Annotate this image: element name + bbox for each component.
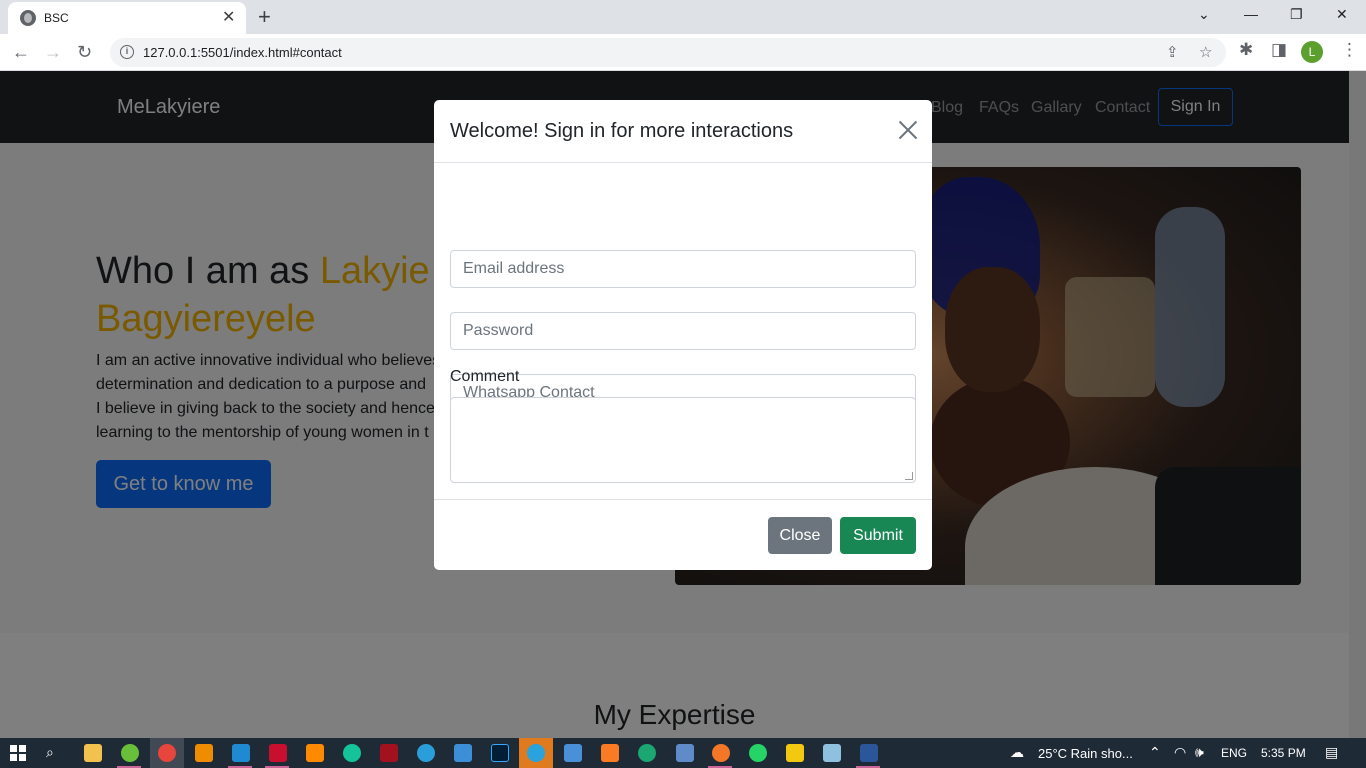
app-snowflake-icon[interactable] <box>823 744 841 762</box>
tray-chevron-up-icon[interactable]: ⌃ <box>1149 744 1161 761</box>
grammarly-icon[interactable] <box>343 744 361 762</box>
share-icon[interactable]: ⇪ <box>1166 43 1179 61</box>
windows-taskbar: ⌕ ☁ 25°C Rain sho... ⌃ ◠ 🕪 ENG 5:35 PM ▤ <box>0 738 1366 768</box>
jupyter-icon[interactable] <box>712 744 730 762</box>
vscode-icon[interactable] <box>232 744 250 762</box>
web-page: MeLakyiere Blog FAQs Gallary Contact Sig… <box>0 71 1366 738</box>
close-button[interactable]: Close <box>768 517 832 554</box>
telegram-icon[interactable] <box>527 744 545 762</box>
extensions-icon[interactable]: ✱ <box>1239 40 1253 60</box>
edge-icon[interactable] <box>417 744 435 762</box>
notifications-icon[interactable]: ▤ <box>1325 744 1338 761</box>
close-icon[interactable] <box>896 118 920 142</box>
menu-kebab-icon[interactable]: ⋮ <box>1341 40 1358 60</box>
url-text[interactable]: 127.0.0.1:5501/index.html#contact <box>143 45 342 60</box>
acrobat-icon[interactable] <box>269 744 287 762</box>
tab-close-icon[interactable]: ✕ <box>222 8 235 28</box>
language-indicator[interactable]: ENG <box>1221 746 1247 760</box>
address-bar[interactable]: i 127.0.0.1:5501/index.html#contact ⇪ ☆ <box>110 38 1226 67</box>
profile-avatar[interactable]: L <box>1301 41 1323 63</box>
weather-icon[interactable]: ☁ <box>1010 744 1024 761</box>
minimize-icon[interactable]: — <box>1244 4 1258 24</box>
word-icon[interactable] <box>860 744 878 762</box>
modal-footer: Close Submit <box>434 499 932 570</box>
back-icon[interactable]: ← <box>12 40 30 64</box>
sublime-icon[interactable] <box>306 744 324 762</box>
side-panel-icon[interactable]: ◨ <box>1271 40 1287 60</box>
app-green-icon[interactable] <box>121 744 139 762</box>
vlc-icon[interactable] <box>195 744 213 762</box>
search-icon[interactable]: ⌕ <box>46 744 54 761</box>
modal-header: Welcome! Sign in for more interactions <box>434 100 932 163</box>
bookmark-star-icon[interactable]: ☆ <box>1199 43 1212 61</box>
submit-button[interactable]: Submit <box>840 517 916 554</box>
wifi-icon[interactable]: ◠ <box>1174 744 1186 761</box>
clock-time[interactable]: 5:35 PM <box>1261 746 1306 760</box>
comment-label: Comment <box>450 368 520 385</box>
file-explorer-icon[interactable] <box>84 744 102 762</box>
password-field[interactable] <box>450 312 916 350</box>
app-red-icon[interactable] <box>380 744 398 762</box>
tab-search-icon[interactable]: ⌄ <box>1198 4 1210 24</box>
windows-start-icon[interactable] <box>10 745 26 761</box>
new-tab-button[interactable]: + <box>258 4 271 30</box>
browser-toolbar: ← → ↻ i 127.0.0.1:5501/index.html#contac… <box>0 34 1366 71</box>
volume-icon[interactable]: 🕪 <box>1195 744 1204 761</box>
globe-icon <box>20 10 36 26</box>
app-teal-icon[interactable] <box>638 744 656 762</box>
browser-tab[interactable]: BSC ✕ <box>8 2 246 34</box>
restore-icon[interactable]: ❐ <box>1290 4 1303 24</box>
weather-text[interactable]: 25°C Rain sho... <box>1038 746 1133 761</box>
sign-in-modal: Welcome! Sign in for more interactions C… <box>434 100 932 570</box>
app-blue-icon[interactable] <box>454 744 472 762</box>
tab-title: BSC <box>44 11 69 25</box>
modal-title: Welcome! Sign in for more interactions <box>450 120 794 142</box>
app-window-icon[interactable] <box>564 744 582 762</box>
whatsapp-icon[interactable] <box>749 744 767 762</box>
resize-handle-icon[interactable] <box>905 472 913 480</box>
photoshop-icon[interactable] <box>491 744 509 762</box>
chrome-icon[interactable] <box>158 744 176 762</box>
xampp-icon[interactable] <box>601 744 619 762</box>
window-close-icon[interactable]: ✕ <box>1336 4 1348 24</box>
forward-icon[interactable]: → <box>44 40 62 64</box>
email-field[interactable] <box>450 250 916 288</box>
site-info-icon[interactable]: i <box>120 45 134 59</box>
reload-icon[interactable]: ↻ <box>77 40 92 64</box>
powerbi-icon[interactable] <box>786 744 804 762</box>
comment-textarea[interactable] <box>450 397 916 483</box>
browser-tab-strip: BSC ✕ + ⌄ — ❐ ✕ <box>0 0 1366 34</box>
app-calendar-icon[interactable] <box>676 744 694 762</box>
